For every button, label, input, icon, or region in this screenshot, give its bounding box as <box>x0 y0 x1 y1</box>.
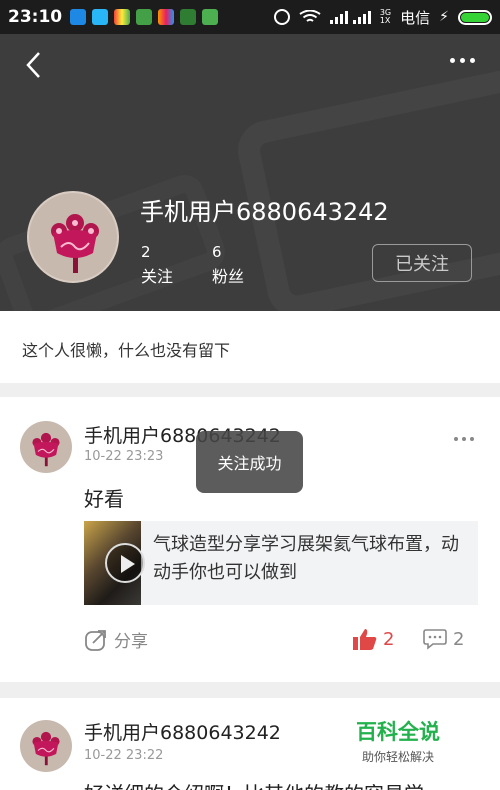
follow-button[interactable]: 已关注 <box>372 244 472 282</box>
video-card[interactable]: 气球造型分享学习展架氦气球布置，动动手你也可以做到 <box>84 521 478 605</box>
carrier-name: 电信 <box>400 8 431 27</box>
avatar[interactable] <box>20 720 72 772</box>
status-time: 23:10 <box>8 7 63 27</box>
chevron-left-icon <box>26 52 40 78</box>
status-bar: 23:10 3G 1X 电信 ⚡ <box>0 0 500 34</box>
video-thumbnail <box>84 521 145 605</box>
flower-avatar-icon <box>51 214 99 273</box>
comment-count: 2 <box>453 628 465 650</box>
toast-message: 关注成功 <box>196 431 303 493</box>
share-icon <box>85 629 106 651</box>
post-timestamp: 10-22 23:23 <box>84 449 164 464</box>
comment-icon <box>423 629 447 650</box>
flower-avatar-icon <box>32 731 60 766</box>
following-label: 关注 <box>141 267 174 286</box>
charging-icon: ⚡ <box>439 9 449 25</box>
blue-app-icon <box>70 9 87 25</box>
colorful-app-icon <box>114 9 131 25</box>
more-options-button[interactable] <box>440 58 484 70</box>
wifi-icon <box>299 10 321 22</box>
cloud-app-icon <box>92 9 109 25</box>
like-button[interactable]: 2 <box>352 627 394 651</box>
post-more-button[interactable] <box>454 437 474 441</box>
comment-button[interactable]: 2 <box>422 627 464 651</box>
post-timestamp: 10-22 23:22 <box>84 748 164 763</box>
fans-label: 粉丝 <box>212 267 245 286</box>
profile-header: 手机用户6880643242 2 关注 6 粉丝 已关注 <box>0 34 500 311</box>
colorful-app-icon <box>158 9 175 25</box>
post-text: 好看 <box>84 487 124 511</box>
status-right: 3G 1X 电信 ⚡ <box>273 7 492 28</box>
watermark-logo: 百科全说 助你轻松解决 <box>356 716 440 765</box>
profile-username: 手机用户6880643242 <box>140 198 389 226</box>
green-app-icon <box>180 9 197 25</box>
green-app-icon <box>136 9 153 25</box>
watermark-title: 百科全说 <box>356 720 440 744</box>
avatar[interactable] <box>20 421 72 473</box>
fans-count: 6 <box>212 243 222 261</box>
battery-icon <box>458 9 492 25</box>
like-count: 2 <box>383 628 395 650</box>
watermark-subtitle: 助你轻松解决 <box>361 750 434 764</box>
avatar[interactable] <box>27 191 119 283</box>
wechat-icon <box>202 9 219 25</box>
post-text: 好详细的介绍啊！比其他的教的容易学 <box>84 778 424 790</box>
post-username[interactable]: 手机用户6880643242 <box>84 718 281 745</box>
notification-icons <box>70 9 219 25</box>
share-label: 分享 <box>114 632 148 652</box>
following-stat[interactable]: 2 关注 <box>141 243 173 287</box>
post-actions: 分享 2 2 <box>0 623 500 659</box>
flower-avatar-icon <box>32 432 60 467</box>
thumbs-up-icon <box>353 629 377 650</box>
back-button[interactable] <box>18 48 52 82</box>
alarm-icon <box>273 9 290 25</box>
fans-stat[interactable]: 6 粉丝 <box>212 243 244 287</box>
network-type: 3G 1X <box>379 8 392 25</box>
video-title: 气球造型分享学习展架氦气球布置，动动手你也可以做到 <box>153 534 460 583</box>
share-button[interactable]: 分享 <box>84 627 148 652</box>
profile-bio: 这个人很懒，什么也没有留下 <box>0 311 500 383</box>
following-count: 2 <box>141 243 151 261</box>
signal-icon <box>329 10 371 24</box>
play-icon <box>105 543 145 583</box>
